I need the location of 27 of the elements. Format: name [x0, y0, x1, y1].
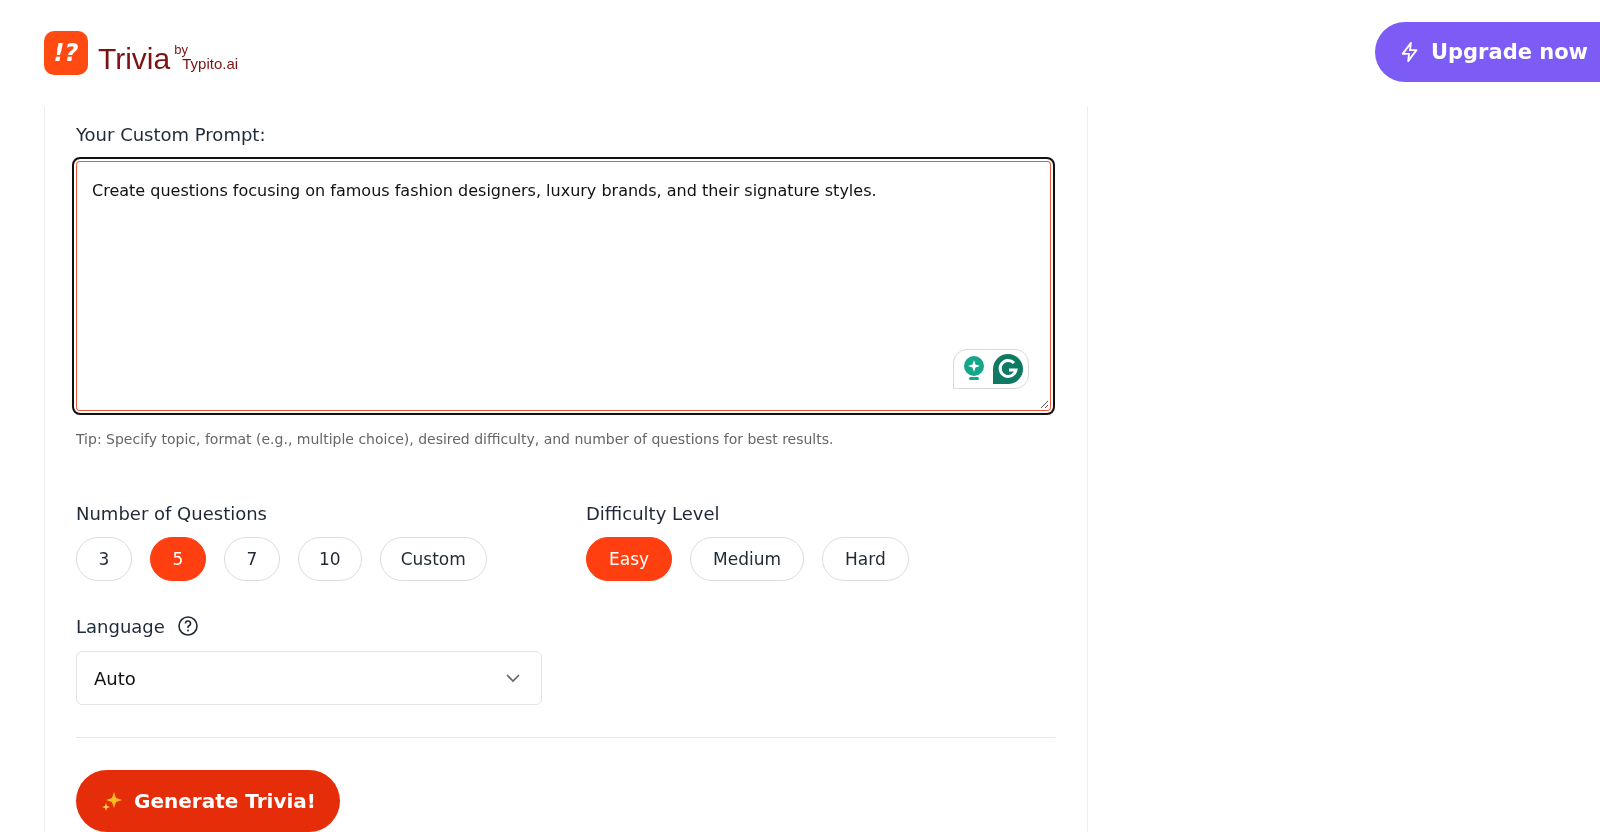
question-count-option[interactable]: 7	[224, 537, 280, 581]
question-count-option[interactable]: 10	[298, 537, 362, 581]
language-select[interactable]: Auto	[76, 651, 542, 705]
prompt-label: Your Custom Prompt:	[76, 124, 267, 145]
chevron-down-icon	[505, 673, 521, 683]
difficulty-option[interactable]: Easy	[586, 537, 673, 581]
upgrade-button[interactable]: Upgrade now	[1375, 22, 1600, 82]
by-label: by	[174, 43, 189, 56]
help-icon[interactable]	[176, 615, 199, 637]
language-label: Language	[76, 615, 165, 637]
generate-button[interactable]: Generate Trivia!	[76, 770, 340, 832]
grammarly-icon	[992, 353, 1024, 385]
resize-grip-icon[interactable]	[1039, 399, 1049, 409]
difficulty-option[interactable]: Medium	[690, 537, 805, 581]
logo-mark: !?	[44, 31, 88, 75]
maker-name: Typito.ai	[182, 56, 239, 71]
grammarly-widget[interactable]	[953, 349, 1029, 389]
questions-label: Number of Questions	[76, 503, 268, 524]
tip-text: Tip: Specify topic, format (e.g., multiple choice), desired difficulty, and number of questions for best results.	[76, 431, 835, 447]
prompt-field[interactable]: Create questions focusing on famous fashion designers, luxury brands, and their signature styles.	[72, 157, 1055, 415]
question-count-option[interactable]: 3	[76, 537, 132, 581]
question-count-option[interactable]: 5	[150, 537, 206, 581]
question-count-option[interactable]: Custom	[379, 537, 487, 581]
difficulty-option[interactable]: Hard	[822, 537, 909, 581]
brand-name: Trivia	[98, 42, 171, 75]
difficulty-label: Difficulty Level	[586, 503, 721, 524]
lightbulb-icon	[962, 355, 986, 383]
